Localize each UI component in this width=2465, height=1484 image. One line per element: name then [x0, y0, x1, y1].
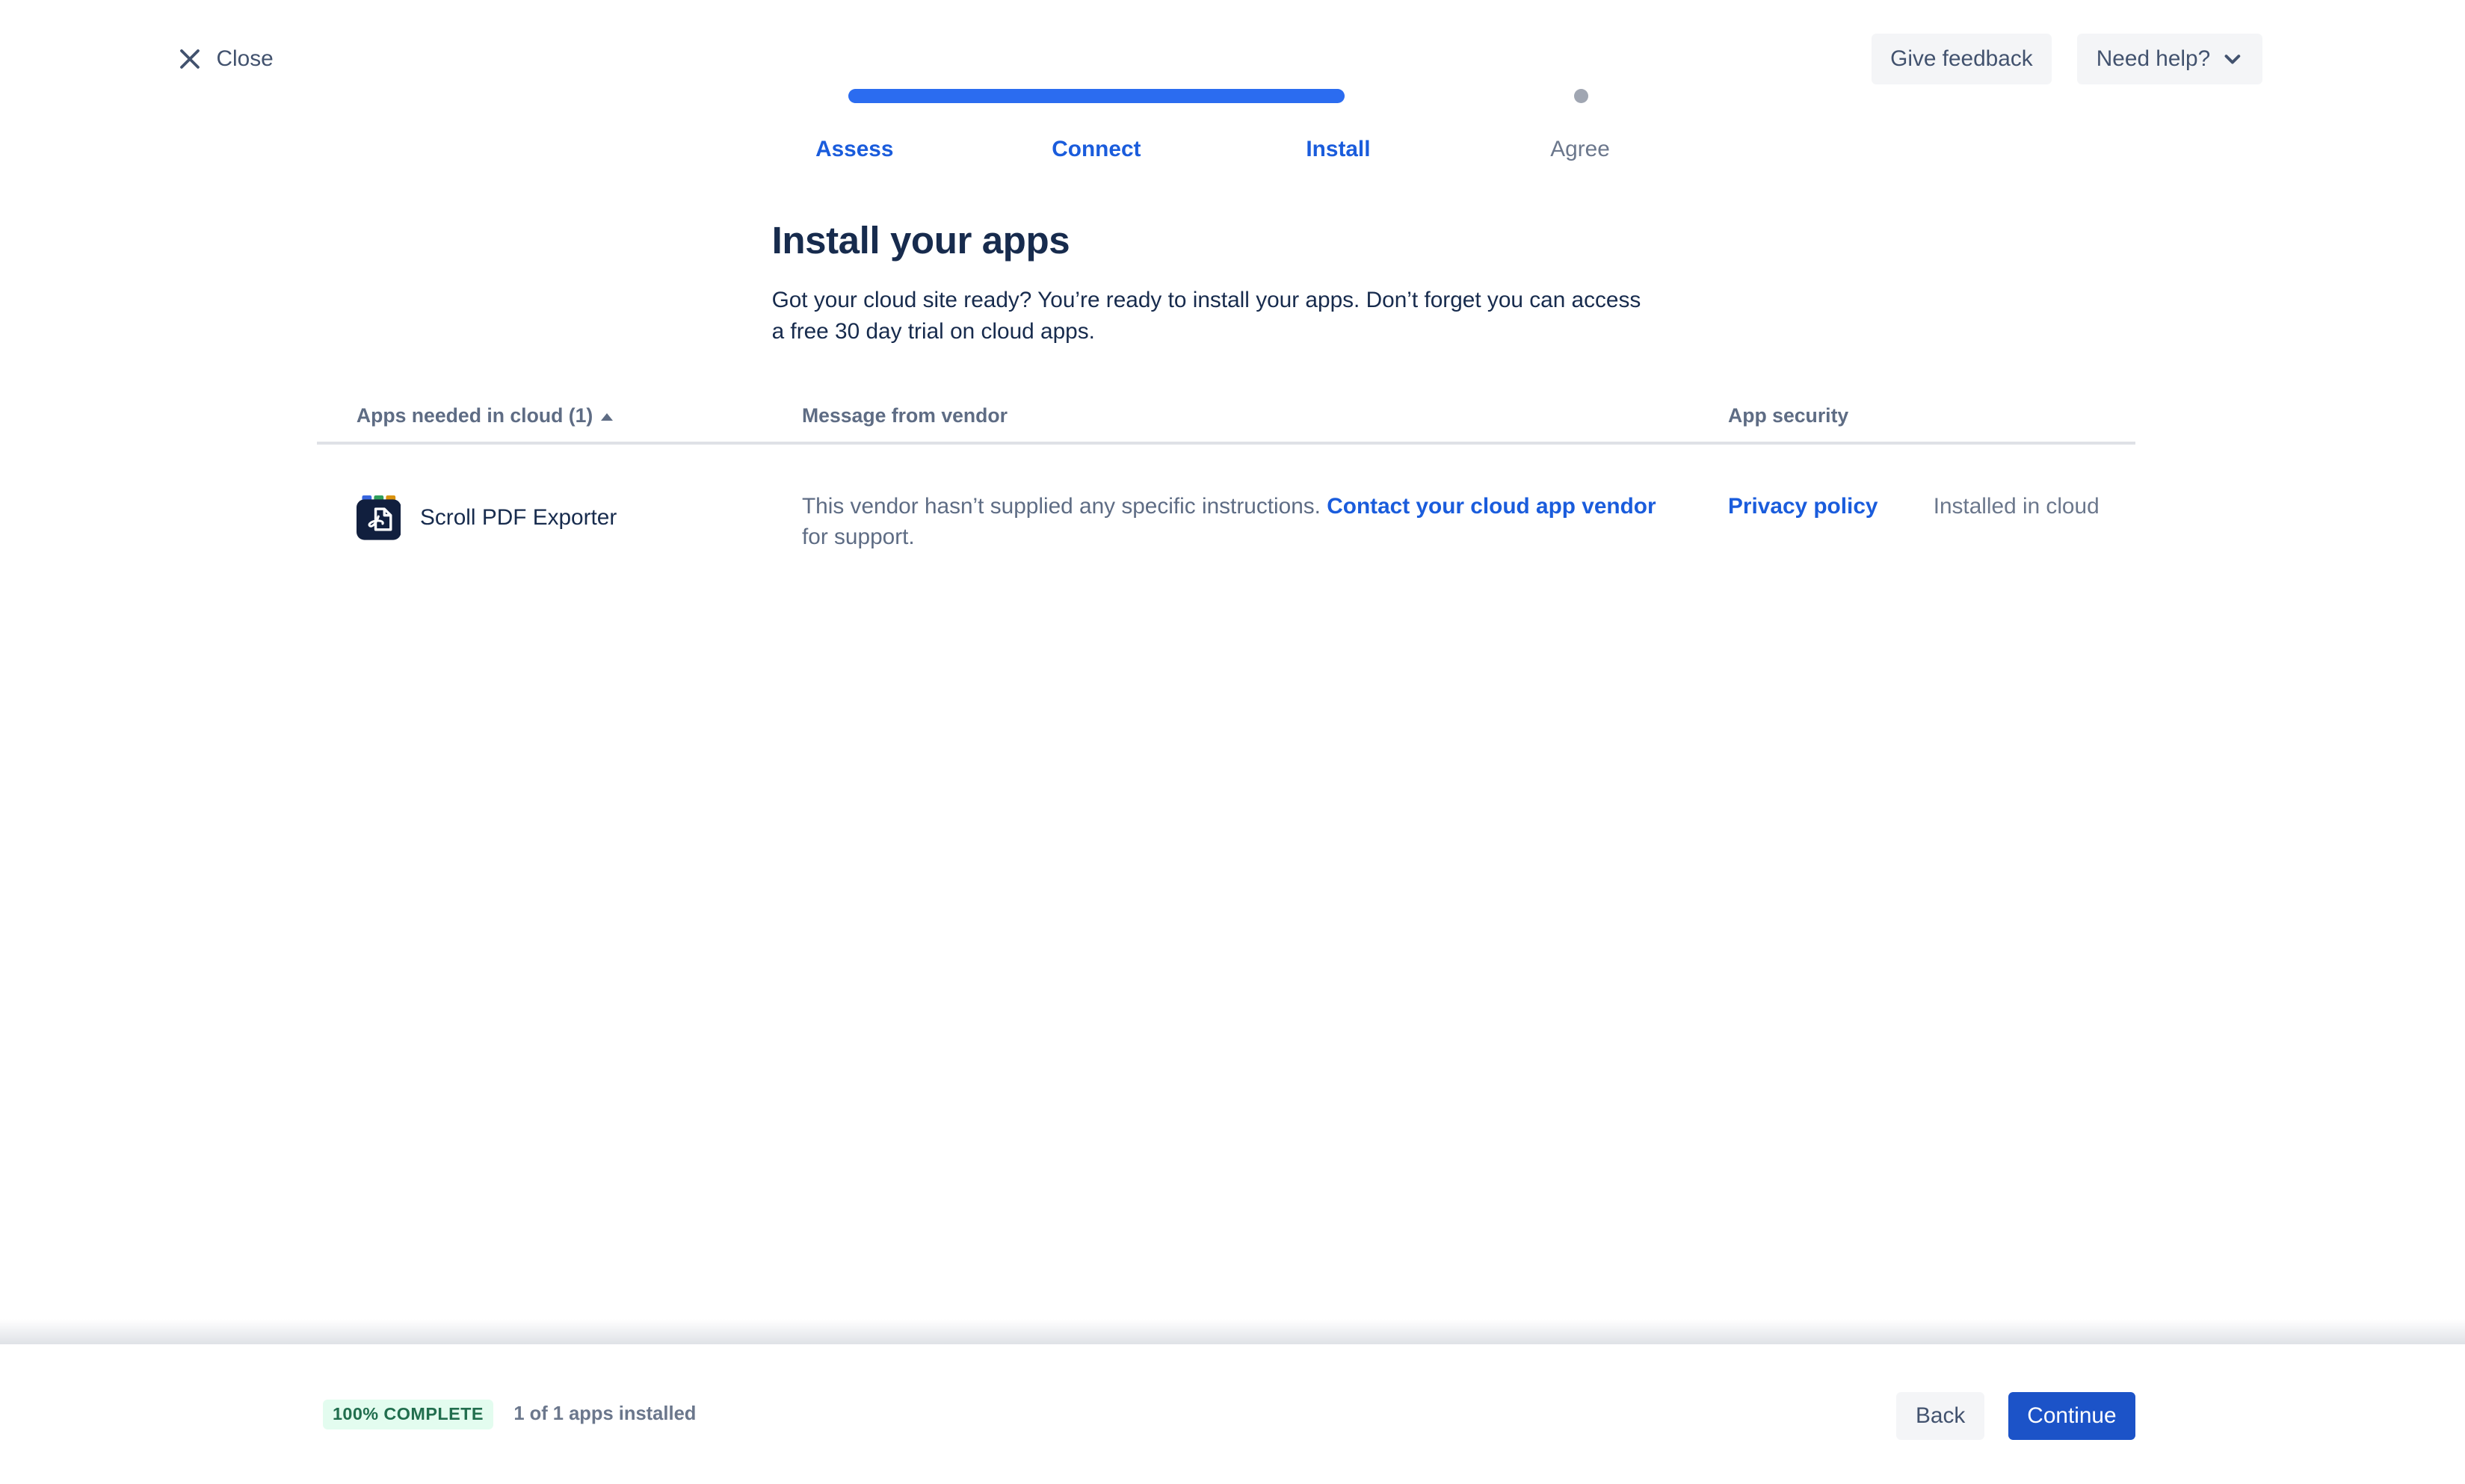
- continue-button[interactable]: Continue: [2008, 1392, 2135, 1440]
- need-help-button[interactable]: Need help?: [2077, 34, 2262, 84]
- vendor-message-text-after: for support.: [802, 525, 915, 549]
- page-description: Got your cloud site ready? You’re ready …: [772, 285, 1657, 347]
- table-row: Scroll PDF Exporter This vendor hasn’t s…: [317, 445, 2135, 553]
- progress-count-text: 1 of 1 apps installed: [513, 1403, 696, 1425]
- need-help-label: Need help?: [2097, 46, 2210, 72]
- give-feedback-label: Give feedback: [1890, 46, 2032, 72]
- stepper-track: [733, 89, 1700, 105]
- step-connect: Connect: [975, 137, 1218, 162]
- step-assess: Assess: [733, 137, 975, 162]
- column-header-app-security: App security: [1688, 392, 1894, 442]
- contact-vendor-link[interactable]: Contact your cloud app vendor: [1327, 494, 1656, 519]
- column-header-status: [1893, 392, 2135, 442]
- footer-shadow: [0, 1319, 2465, 1344]
- app-cell: Scroll PDF Exporter: [317, 445, 762, 553]
- stepper-progress-bar: [848, 89, 1345, 103]
- back-button[interactable]: Back: [1896, 1392, 1984, 1440]
- stepper-labels: Assess Connect Install Agree: [733, 137, 1700, 162]
- footer-actions: Back Continue: [1896, 1392, 2135, 1440]
- footer-bar: 100% COMPLETE 1 of 1 apps installed Back…: [0, 1344, 2465, 1484]
- progress-stepper: Assess Connect Install Agree: [733, 89, 1700, 162]
- privacy-policy-link[interactable]: Privacy policy: [1728, 494, 1878, 519]
- app-name: Scroll PDF Exporter: [420, 505, 617, 531]
- page-title: Install your apps: [772, 218, 1070, 262]
- vendor-message: This vendor hasn’t supplied any specific…: [762, 445, 1688, 553]
- app-security-cell: Privacy policy: [1688, 445, 1894, 553]
- top-actions: Give feedback Need help?: [1872, 34, 2263, 84]
- column-header-vendor-message: Message from vendor: [762, 392, 1688, 442]
- install-apps-page: Close Give feedback Need help? Assess Co…: [0, 0, 2465, 1484]
- vendor-message-text: This vendor hasn’t supplied any specific…: [802, 494, 1327, 519]
- step-install: Install: [1218, 137, 1460, 162]
- progress-complete-badge: 100% COMPLETE: [323, 1400, 493, 1429]
- scroll-pdf-exporter-app-icon: [357, 495, 401, 540]
- footer-progress: 100% COMPLETE 1 of 1 apps installed: [323, 1344, 696, 1484]
- apps-table: Apps needed in cloud (1) Message from ve…: [317, 392, 2135, 553]
- sort-ascending-icon: [601, 413, 613, 421]
- close-label: Close: [217, 46, 274, 72]
- close-button[interactable]: Close: [178, 34, 273, 84]
- give-feedback-button[interactable]: Give feedback: [1872, 34, 2052, 84]
- column-header-apps-needed[interactable]: Apps needed in cloud (1): [317, 392, 762, 442]
- close-icon: [178, 47, 202, 71]
- stepper-todo-dot: [1574, 89, 1588, 103]
- table-header-row: Apps needed in cloud (1) Message from ve…: [317, 392, 2135, 445]
- step-agree: Agree: [1459, 137, 1701, 162]
- install-status: Installed in cloud: [1893, 445, 2135, 553]
- chevron-down-icon: [2221, 48, 2244, 70]
